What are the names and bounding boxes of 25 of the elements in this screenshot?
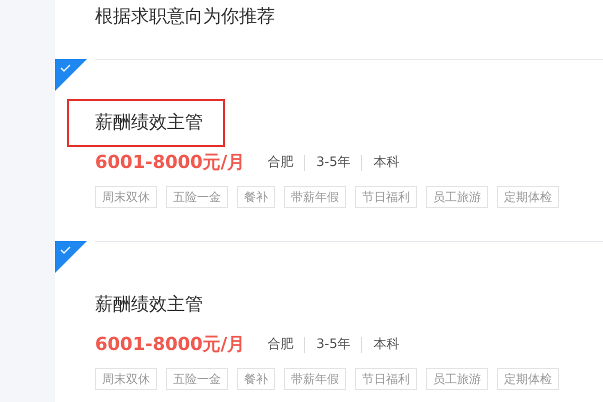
benefit-tag: 员工旅游 [426, 368, 488, 390]
job-detail: 合肥 [267, 154, 294, 172]
benefit-tag: 节日福利 [355, 186, 417, 208]
benefit-tag: 五险一金 [166, 186, 228, 208]
benefit-tag: 餐补 [237, 186, 275, 208]
job-detail: 3-5年 [316, 336, 350, 354]
benefit-tag: 餐补 [237, 368, 275, 390]
benefit-tag: 周末双休 [95, 368, 157, 390]
job-detail: 本科 [373, 336, 400, 354]
benefit-tag: 带薪年假 [284, 186, 346, 208]
job-detail: 合肥 [267, 336, 294, 354]
benefit-tag: 节日福利 [355, 368, 417, 390]
job-detail: 本科 [373, 154, 400, 172]
salary: 6001-8000元/月 [95, 333, 246, 357]
section-heading: 根据求职意向为你推荐 [95, 5, 275, 29]
benefit-tag: 定期体检 [497, 368, 559, 390]
job-detail: 3-5年 [316, 154, 350, 172]
benefit-tag: 带薪年假 [284, 368, 346, 390]
job-title[interactable]: 薪酬绩效主管 [95, 111, 203, 135]
benefit-tag: 定期体检 [497, 186, 559, 208]
benefit-tag: 五险一金 [166, 368, 228, 390]
benefit-tag: 周末双休 [95, 186, 157, 208]
job-title[interactable]: 薪酬绩效主管 [95, 293, 203, 317]
benefit-tag: 员工旅游 [426, 186, 488, 208]
salary: 6001-8000元/月 [95, 151, 246, 175]
